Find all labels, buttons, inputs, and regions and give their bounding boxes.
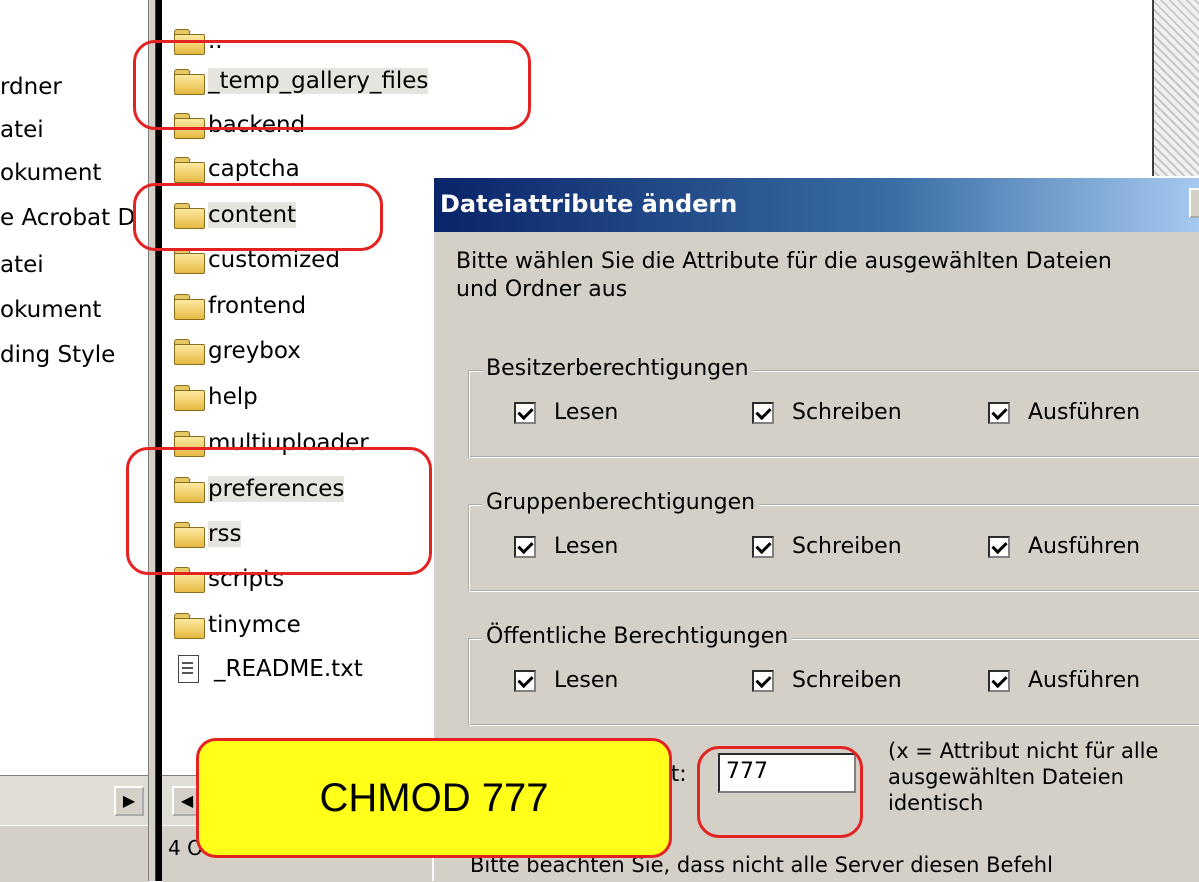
- annotation-ring: [697, 746, 863, 838]
- file-row[interactable]: help: [172, 380, 258, 414]
- note-line: identisch: [888, 791, 984, 815]
- file-type-label: atei: [0, 252, 44, 278]
- folder-icon: [172, 155, 206, 183]
- checkbox-label: Ausführen: [1028, 534, 1141, 559]
- checkbox-check-icon: [514, 401, 536, 424]
- file-row[interactable]: tinymce: [172, 608, 301, 642]
- checkbox-check-icon: [988, 669, 1010, 692]
- folder-icon: [172, 383, 206, 411]
- scroll-right-button[interactable]: ▶: [114, 786, 144, 816]
- attribute-note: (x = Attribut nicht für alle ausgewählte…: [888, 738, 1158, 816]
- checkbox-label: Schreiben: [792, 400, 902, 425]
- checkbox-check-icon: [988, 535, 1010, 558]
- file-type-column: rdner atei okument e Acrobat D atei okum…: [0, 0, 155, 775]
- checkbox-label: Lesen: [554, 400, 619, 425]
- owner-write-checkbox[interactable]: Schreiben: [752, 400, 902, 425]
- dialog-titlebar[interactable]: Dateiattribute ändern: [434, 178, 1199, 232]
- annotation-ring: [133, 40, 531, 130]
- file-row[interactable]: _README.txt: [172, 652, 363, 686]
- group-permissions-group: Gruppenberechtigungen Lesen Schreiben Au…: [468, 490, 1199, 592]
- arrow-right-icon: ▶: [122, 791, 136, 810]
- checkbox-check-icon: [752, 535, 774, 558]
- file-type-label: atei: [0, 117, 44, 143]
- checkbox-label: Ausführen: [1028, 668, 1141, 693]
- checkbox-label: Lesen: [554, 668, 619, 693]
- checkbox-label: Schreiben: [792, 668, 902, 693]
- file-name: _README.txt: [214, 656, 363, 682]
- group-execute-checkbox[interactable]: Ausführen: [988, 534, 1140, 559]
- file-name: captcha: [208, 156, 300, 182]
- file-type-label: e Acrobat D: [0, 205, 136, 231]
- file-name: frontend: [208, 293, 307, 319]
- pane-splitter[interactable]: [148, 0, 156, 881]
- public-execute-checkbox[interactable]: Ausführen: [988, 668, 1140, 693]
- checkbox-check-icon: [752, 669, 774, 692]
- text-file-icon: [176, 654, 202, 684]
- note-line: ausgewählten Dateien: [888, 765, 1124, 789]
- file-type-label: ding Style: [0, 342, 116, 368]
- folder-icon: [172, 611, 206, 639]
- checkbox-label: Lesen: [554, 534, 619, 559]
- checkbox-check-icon: [514, 669, 536, 692]
- public-read-checkbox[interactable]: Lesen: [514, 668, 618, 693]
- close-button[interactable]: [1189, 188, 1199, 218]
- note-line: (x = Attribut nicht für alle: [888, 739, 1159, 763]
- file-type-label: rdner: [0, 74, 62, 100]
- group-write-checkbox[interactable]: Schreiben: [752, 534, 902, 559]
- checkbox-check-icon: [988, 401, 1010, 424]
- file-name: help: [208, 384, 258, 410]
- dialog-description: Bitte wählen Sie die Attribute für die a…: [456, 248, 1199, 304]
- folder-icon: [172, 292, 206, 320]
- group-label: Besitzerberechtigungen: [482, 356, 753, 381]
- folder-icon: [172, 337, 206, 365]
- checkbox-check-icon: [752, 401, 774, 424]
- description-line: Bitte wählen Sie die Attribute für die a…: [456, 249, 1112, 274]
- chmod-callout: CHMOD 777: [196, 738, 672, 858]
- file-name: greybox: [208, 338, 301, 364]
- owner-permissions-group: Besitzerberechtigungen Lesen Schreiben A…: [468, 356, 1199, 458]
- callout-text: CHMOD 777: [319, 775, 549, 820]
- file-row[interactable]: greybox: [172, 334, 301, 368]
- arrow-left-icon: ◀: [180, 791, 194, 810]
- owner-execute-checkbox[interactable]: Ausführen: [988, 400, 1140, 425]
- dialog-title: Dateiattribute ändern: [440, 190, 738, 218]
- checkbox-label: Ausführen: [1028, 400, 1141, 425]
- group-label: Öffentliche Berechtigungen: [482, 624, 793, 649]
- checkbox-check-icon: [514, 535, 536, 558]
- file-type-label: okument: [0, 297, 102, 323]
- public-permissions-group: Öffentliche Berechtigungen Lesen Schreib…: [468, 624, 1199, 726]
- file-type-label: okument: [0, 160, 102, 186]
- left-status-bar: [0, 825, 148, 882]
- file-row[interactable]: captcha: [172, 152, 300, 186]
- checkbox-label: Schreiben: [792, 534, 902, 559]
- group-read-checkbox[interactable]: Lesen: [514, 534, 618, 559]
- annotation-ring: [126, 447, 432, 575]
- owner-read-checkbox[interactable]: Lesen: [514, 400, 618, 425]
- file-name: tinymce: [208, 612, 301, 638]
- description-line: und Ordner aus: [456, 277, 628, 302]
- group-label: Gruppenberechtigungen: [482, 490, 760, 515]
- public-write-checkbox[interactable]: Schreiben: [752, 668, 902, 693]
- left-horizontal-scrollbar[interactable]: ▶: [0, 775, 148, 826]
- annotation-ring: [133, 183, 383, 251]
- file-row[interactable]: frontend: [172, 289, 306, 323]
